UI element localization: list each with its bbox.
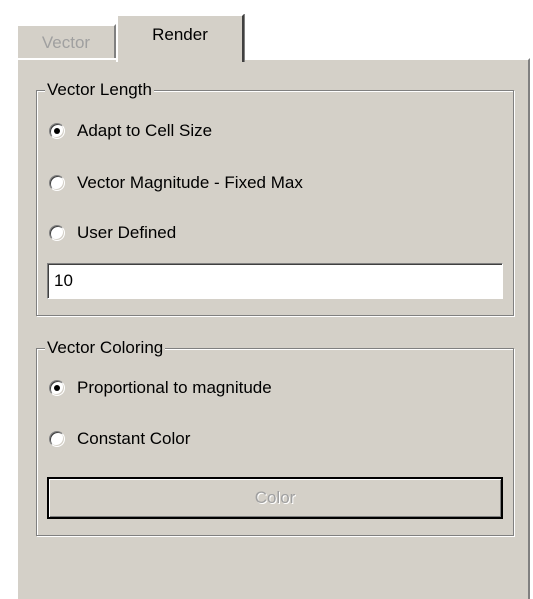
- option-constant-color-label: Constant Color: [77, 429, 191, 448]
- tab-vector-label: Vector: [41, 33, 91, 52]
- tab-render[interactable]: Render: [116, 14, 244, 62]
- tab-render-label: Render: [152, 25, 208, 44]
- option-user-defined-label: User Defined: [77, 223, 177, 242]
- user-defined-length-input[interactable]: [47, 263, 503, 299]
- color-button[interactable]: Color: [47, 477, 503, 519]
- option-user-defined[interactable]: User Defined: [49, 221, 176, 245]
- render-tab-panel: Vector Length Adapt to Cell Size Vector …: [16, 58, 530, 599]
- radio-vector-magnitude-fixed-max[interactable]: [49, 175, 65, 191]
- vector-length-title: Vector Length: [45, 79, 154, 101]
- radio-adapt-to-cell-size[interactable]: [49, 123, 65, 139]
- radio-proportional-to-magnitude[interactable]: [49, 380, 65, 396]
- vector-coloring-title: Vector Coloring: [45, 337, 166, 359]
- vector-coloring-group: Vector Coloring Proportional to magnitud…: [36, 337, 514, 536]
- option-adapt-to-cell-size[interactable]: Adapt to Cell Size: [49, 119, 212, 143]
- option-constant-color[interactable]: Constant Color: [49, 427, 190, 451]
- vector-length-group: Vector Length Adapt to Cell Size Vector …: [36, 79, 514, 316]
- option-proportional-to-magnitude[interactable]: Proportional to magnitude: [49, 376, 272, 400]
- option-adapt-to-cell-size-label: Adapt to Cell Size: [77, 121, 213, 140]
- radio-constant-color[interactable]: [49, 431, 65, 447]
- option-vector-magnitude-fixed-max[interactable]: Vector Magnitude - Fixed Max: [49, 171, 303, 195]
- option-vector-magnitude-fixed-max-label: Vector Magnitude - Fixed Max: [77, 173, 303, 192]
- tab-vector[interactable]: Vector: [16, 24, 116, 58]
- radio-user-defined[interactable]: [49, 225, 65, 241]
- option-proportional-to-magnitude-label: Proportional to magnitude: [77, 378, 272, 397]
